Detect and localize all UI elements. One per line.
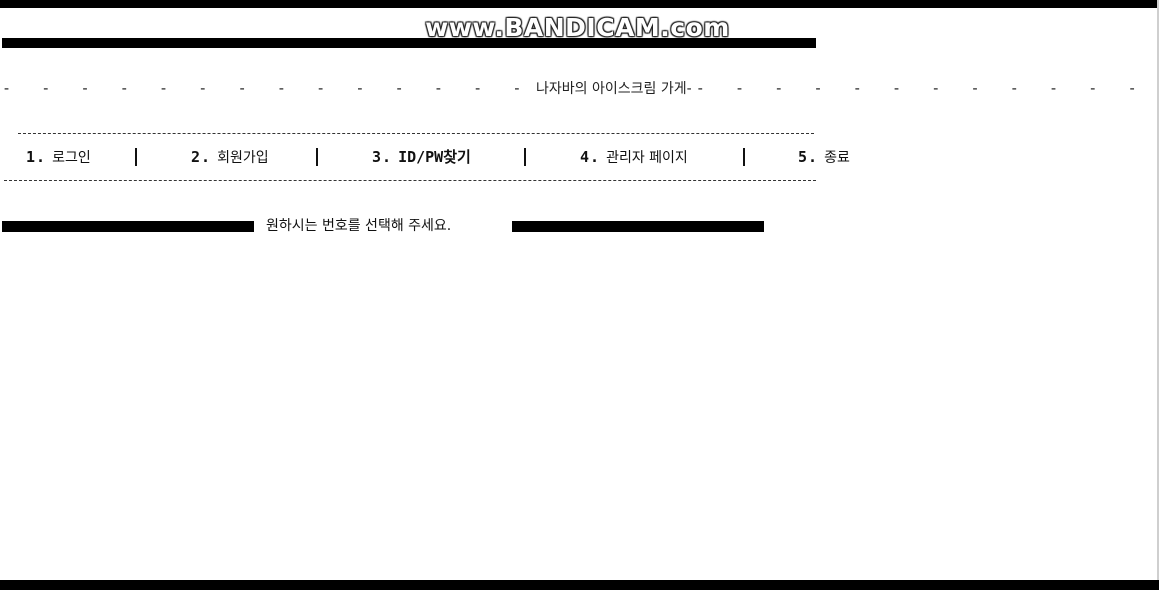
menu-item-number: 3.	[372, 148, 393, 166]
store-title-row: - - - - - - - - - - - - - - 나자바의 아이스크림 가…	[2, 76, 1137, 100]
menu-divider-top	[18, 133, 814, 134]
menu-separator	[135, 148, 137, 166]
store-title-text: 나자바의 아이스크림 가게	[536, 81, 687, 97]
header-bar	[2, 38, 816, 48]
main-menu: 1. 로그인 2. 회원가입 3. ID/PW찾기 4. 관리자 페이지 5. 종료	[0, 144, 900, 170]
menu-item-label: 로그인	[52, 150, 91, 166]
menu-item-label: 종료	[824, 150, 850, 166]
prompt-bar-right	[512, 221, 764, 232]
menu-item-label: 관리자 페이지	[606, 150, 688, 166]
menu-divider-bottom	[4, 180, 816, 181]
menu-item-number: 1.	[26, 148, 47, 166]
menu-item-login[interactable]: 1. 로그인	[26, 144, 91, 170]
menu-item-label: 회원가입	[217, 150, 269, 166]
store-title-trailing-dash: -	[686, 81, 692, 97]
menu-separator	[316, 148, 318, 166]
menu-item-signup[interactable]: 2. 회원가입	[191, 144, 269, 170]
menu-item-label: ID/PW찾기	[398, 148, 471, 166]
menu-item-number: 5.	[798, 148, 819, 166]
store-title: 나자바의 아이스크림 가게-	[536, 78, 692, 98]
menu-separator	[524, 148, 526, 166]
menu-item-exit[interactable]: 5. 종료	[798, 144, 850, 170]
window-bottom-border	[0, 580, 1159, 590]
selection-prompt: 원하시는 번호를 선택해 주세요.	[266, 218, 452, 234]
window-top-border	[0, 0, 1159, 8]
menu-separator	[743, 148, 745, 166]
prompt-bar-left	[2, 221, 254, 232]
menu-item-find-id-pw[interactable]: 3. ID/PW찾기	[372, 144, 471, 170]
title-dash-right: - - - - - - - - - - - -	[695, 79, 1148, 97]
menu-item-admin-page[interactable]: 4. 관리자 페이지	[580, 144, 688, 170]
title-dash-left: - - - - - - - - - - - - - -	[2, 79, 533, 97]
menu-item-number: 2.	[191, 148, 212, 166]
menu-item-number: 4.	[580, 148, 601, 166]
